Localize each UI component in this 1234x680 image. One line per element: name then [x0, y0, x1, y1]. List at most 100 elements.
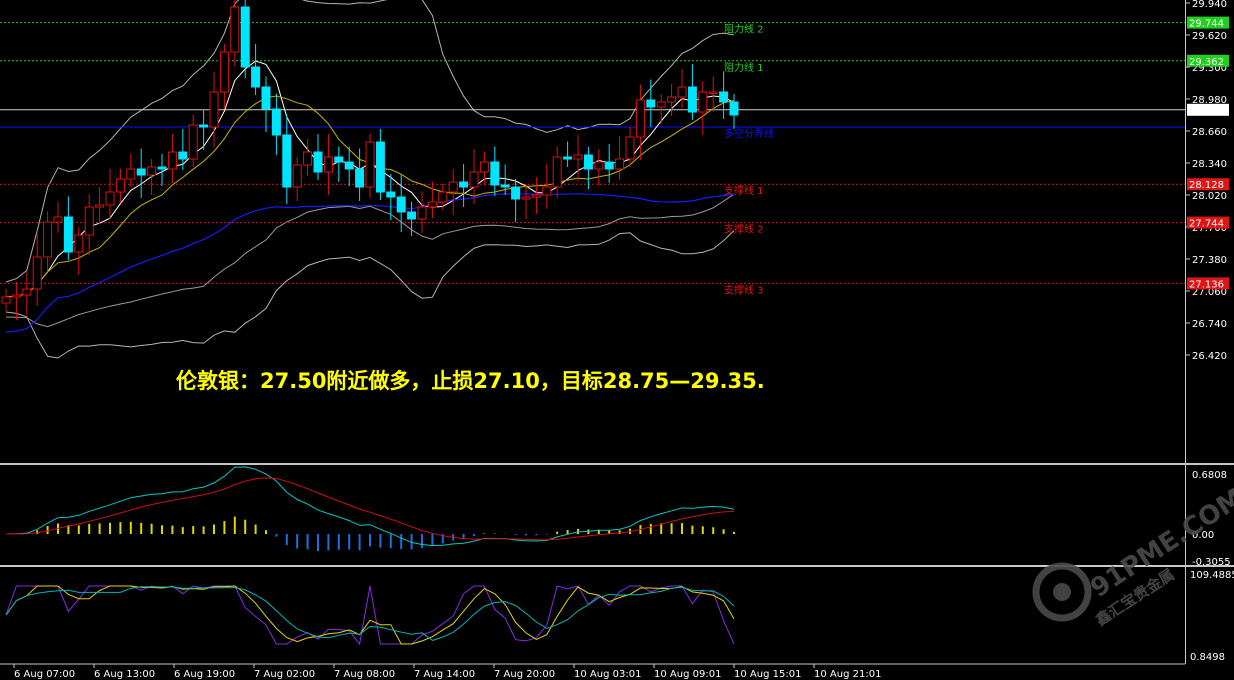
candle-body-0 [1, 296, 11, 304]
candle-body-49 [511, 186, 521, 200]
candle-body-37 [386, 191, 396, 198]
time-label-5: 7 Aug 14:00 [414, 669, 475, 680]
candle-body-57 [594, 161, 604, 170]
time-label-10: 10 Aug 21:01 [814, 669, 881, 680]
level-tag-text-4: 27.744 [1189, 219, 1224, 230]
candle-body-4 [43, 221, 53, 258]
candle-body-12 [126, 168, 136, 180]
price-tick-label-6: 28.020 [1192, 191, 1227, 202]
candle-body-59 [615, 158, 625, 170]
time-label-1: 6 Aug 13:00 [94, 669, 155, 680]
candle-body-36 [375, 141, 385, 193]
candle-body-1 [11, 294, 21, 298]
price-tick-label-4: 28.660 [1192, 127, 1227, 138]
candle-body-9 [95, 204, 105, 208]
candle-body-40 [417, 206, 427, 220]
osc-axis-max: 109.4885 [1190, 570, 1234, 581]
level-tag-text-1: 29.362 [1189, 57, 1224, 68]
candle-body-25 [261, 86, 271, 110]
candle-body-18 [188, 124, 198, 160]
price-tick-label-5: 28.340 [1192, 159, 1227, 170]
candle-body-10 [105, 191, 115, 206]
candle-body-33 [344, 161, 354, 170]
level-label-1: 阻力线 1 [724, 61, 764, 74]
level-label-2: 多空分界线 [724, 127, 774, 140]
candle-body-50 [521, 196, 531, 200]
candle-body-20 [209, 91, 219, 128]
time-label-8: 10 Aug 09:01 [654, 669, 721, 680]
osc-axis-min: 0.8498 [1190, 652, 1225, 663]
candle-body-62 [646, 99, 656, 108]
candle-body-31 [323, 156, 333, 173]
price-tick-label-10: 26.740 [1192, 319, 1227, 330]
candle-body-66 [687, 86, 697, 113]
headline: 伦敦银：27.50附近做多，止损27.10，目标28.75—29.35. [176, 369, 765, 393]
time-label-7: 10 Aug 03:01 [574, 669, 641, 680]
candle-body-19 [199, 124, 209, 128]
candle-body-70 [729, 101, 739, 116]
candle-body-34 [355, 168, 365, 188]
price-tick-label-1: 29.620 [1192, 31, 1227, 42]
candle-body-11 [115, 178, 125, 193]
candle-body-16 [167, 151, 177, 170]
candle-body-5 [53, 216, 63, 223]
candle-body-32 [334, 156, 344, 163]
candle-body-7 [74, 234, 84, 253]
candle-body-55 [573, 154, 583, 160]
candle-body-22 [230, 6, 240, 53]
level-label-5: 支撑线 3 [724, 283, 764, 296]
candle-body-39 [407, 211, 417, 220]
candle-body-48 [500, 184, 510, 188]
macd-axis-label-2: -0.3055 [1192, 557, 1231, 568]
price-chart[interactable]: 阻力线 2阻力线 1多空分界线支撑线 1支撑线 2支撑线 3 29.94029.… [0, 0, 1234, 680]
candle-body-53 [552, 156, 562, 188]
candle-body-26 [271, 108, 281, 136]
candle-body-35 [365, 141, 375, 188]
time-label-3: 7 Aug 02:00 [254, 669, 315, 680]
candle-body-3 [32, 256, 42, 290]
time-label-6: 7 Aug 20:00 [494, 669, 555, 680]
level-tag-text-0: 29.744 [1189, 19, 1224, 30]
candle-body-44 [459, 181, 469, 188]
candle-body-69 [719, 91, 729, 103]
candle-body-60 [625, 136, 635, 160]
candle-body-47 [490, 161, 500, 186]
candle-body-27 [282, 134, 292, 188]
current-price-text: 28.872 [1189, 106, 1224, 117]
candle-body-61 [635, 99, 645, 138]
price-tick-label-11: 26.420 [1192, 351, 1227, 362]
price-tick-label-0: 29.940 [1192, 0, 1227, 10]
time-label-9: 10 Aug 15:01 [734, 669, 801, 680]
candle-body-43 [448, 181, 458, 193]
level-tag-text-5: 27.136 [1189, 279, 1224, 290]
candle-body-65 [677, 86, 687, 98]
time-label-4: 7 Aug 08:00 [334, 669, 395, 680]
candle-body-24 [251, 66, 261, 88]
candle-body-46 [479, 161, 489, 173]
candle-body-14 [147, 166, 157, 176]
macd-axis-label-0: 0.6808 [1192, 470, 1227, 481]
candle-body-28 [292, 164, 302, 188]
level-label-0: 阻力线 2 [724, 23, 764, 36]
candle-body-63 [656, 101, 666, 108]
price-tick-label-8: 27.380 [1192, 255, 1227, 266]
candle-body-17 [178, 151, 188, 160]
candle-body-29 [303, 151, 313, 166]
candle-body-68 [708, 91, 718, 94]
candle-body-23 [240, 6, 250, 68]
level-tag-text-3: 28.128 [1189, 180, 1224, 191]
candle-body-15 [157, 166, 167, 170]
time-label-2: 6 Aug 19:00 [174, 669, 235, 680]
candle-body-13 [136, 168, 146, 176]
candle-body-52 [542, 186, 552, 196]
candle-body-51 [531, 194, 541, 198]
candle-body-38 [396, 196, 406, 213]
candle-body-64 [667, 96, 677, 103]
candle-body-21 [219, 51, 229, 93]
candle-body-42 [438, 191, 448, 203]
candle-body-54 [563, 156, 573, 160]
candle-body-56 [583, 154, 593, 170]
candle-body-6 [63, 216, 73, 253]
candle-body-45 [469, 171, 479, 188]
level-label-4: 支撑线 2 [724, 223, 764, 236]
